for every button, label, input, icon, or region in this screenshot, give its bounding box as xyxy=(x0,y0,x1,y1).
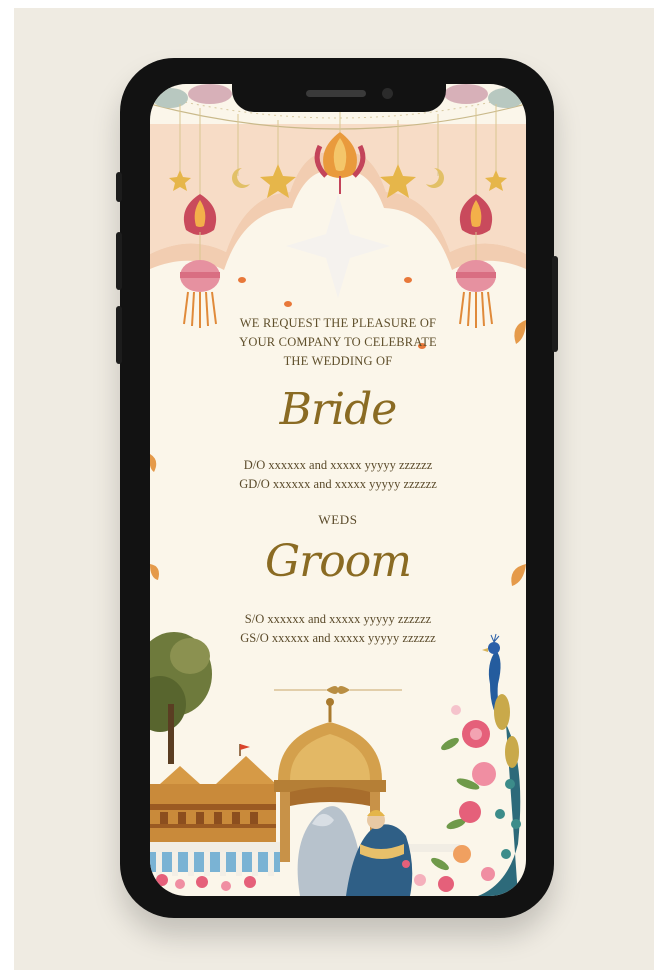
bride-name: Bride xyxy=(279,384,398,435)
flower-icon xyxy=(156,874,256,891)
bride-parents-line-1: D/O xxxxxx and xxxxx yyyyy zzzzzz xyxy=(243,458,433,472)
invitation-request-text: WE REQUEST THE PLEASURE OF YOUR COMPANY … xyxy=(150,314,526,371)
groom-parents-line-2: GS/O xxxxxx and xxxxx yyyyy zzzzzz xyxy=(240,631,436,645)
phone-volume-down-button xyxy=(116,306,122,364)
phone-volume-up-button xyxy=(116,232,122,290)
invitation-card: WE REQUEST THE PLEASURE OF YOUR COMPANY … xyxy=(150,84,526,896)
phone-camera xyxy=(382,88,393,99)
flower-icon xyxy=(402,705,496,892)
bride-parents: D/O xxxxxx and xxxxx yyyyy zzzzzz GD/O x… xyxy=(150,456,526,494)
groom-parents: S/O xxxxxx and xxxxx yyyyy zzzzzz GS/O x… xyxy=(150,610,526,648)
groom-parents-line-1: S/O xxxxxx and xxxxx yyyyy zzzzzz xyxy=(244,612,432,626)
bride-parents-line-2: GD/O xxxxxx and xxxxx yyyyy zzzzzz xyxy=(239,477,437,491)
tree-icon xyxy=(150,632,212,764)
phone-speaker xyxy=(306,90,366,97)
request-line-3: THE WEDDING OF xyxy=(283,354,393,368)
phone-power-button xyxy=(552,256,558,352)
ornament-divider xyxy=(274,686,402,694)
request-line-1: WE REQUEST THE PLEASURE OF xyxy=(239,316,437,330)
couple-illustration xyxy=(297,806,413,896)
phone-mute-switch xyxy=(116,172,122,202)
groom-name: Groom xyxy=(265,536,412,587)
request-line-2: YOUR COMPANY TO CELEBRATE xyxy=(239,335,437,349)
weds-label: WEDS xyxy=(318,512,358,527)
